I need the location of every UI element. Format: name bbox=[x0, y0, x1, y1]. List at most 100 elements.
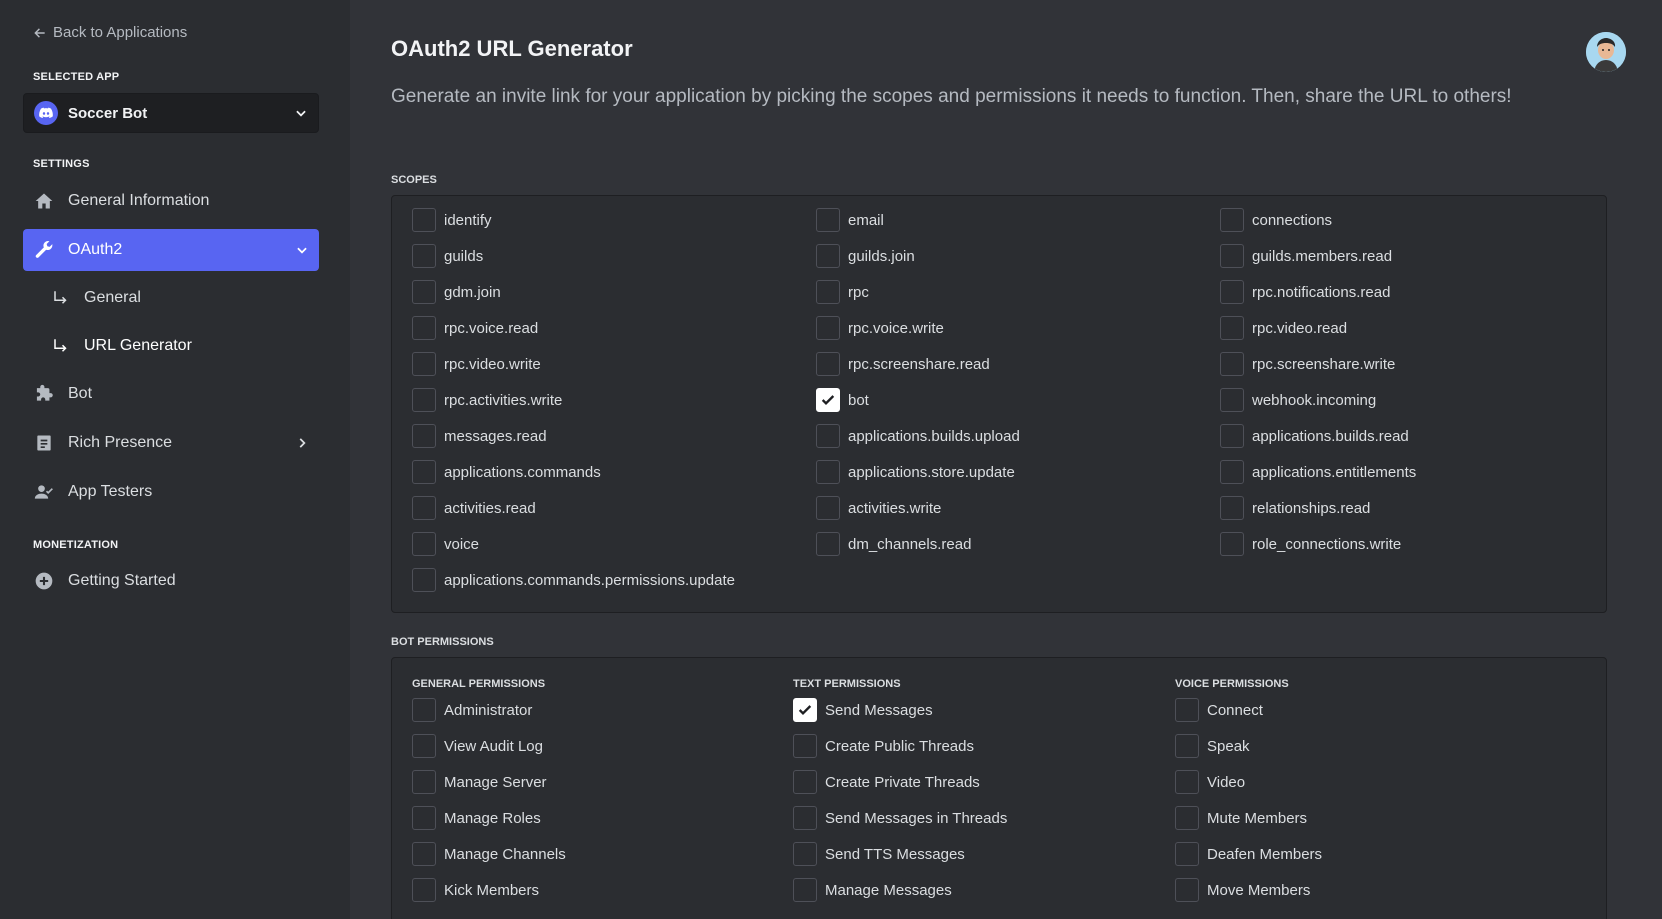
checkbox-row[interactable]: rpc.voice.write bbox=[816, 316, 1220, 340]
checkbox-checked[interactable] bbox=[793, 698, 817, 722]
checkbox[interactable] bbox=[1220, 352, 1244, 376]
app-selector-dropdown[interactable]: Soccer Bot bbox=[23, 93, 319, 133]
checkbox[interactable] bbox=[412, 496, 436, 520]
checkbox-row[interactable]: activities.read bbox=[412, 496, 816, 520]
checkbox[interactable] bbox=[412, 460, 436, 484]
checkbox[interactable] bbox=[793, 806, 817, 830]
checkbox-row[interactable]: applications.builds.upload bbox=[816, 424, 1220, 448]
checkbox[interactable] bbox=[816, 424, 840, 448]
checkbox-row[interactable]: guilds.members.read bbox=[1220, 244, 1624, 268]
checkbox[interactable] bbox=[1220, 244, 1244, 268]
checkbox-row[interactable]: guilds bbox=[412, 244, 816, 268]
checkbox[interactable] bbox=[793, 734, 817, 758]
checkbox-row[interactable]: Manage Channels bbox=[412, 842, 816, 866]
checkbox-row[interactable]: messages.read bbox=[412, 424, 816, 448]
checkbox-row[interactable]: Connect bbox=[1175, 698, 1579, 722]
checkbox[interactable] bbox=[816, 460, 840, 484]
checkbox-row[interactable]: rpc.screenshare.read bbox=[816, 352, 1220, 376]
checkbox-row[interactable]: webhook.incoming bbox=[1220, 388, 1624, 412]
checkbox[interactable] bbox=[1175, 698, 1199, 722]
checkbox-row[interactable]: relationships.read bbox=[1220, 496, 1624, 520]
checkbox[interactable] bbox=[412, 878, 436, 902]
checkbox[interactable] bbox=[1175, 878, 1199, 902]
checkbox-row[interactable]: Manage Messages bbox=[793, 878, 1197, 902]
checkbox-row[interactable]: activities.write bbox=[816, 496, 1220, 520]
checkbox[interactable] bbox=[1220, 208, 1244, 232]
checkbox[interactable] bbox=[1220, 532, 1244, 556]
sidebar-subitem-url-generator[interactable]: URL Generator bbox=[52, 329, 192, 363]
checkbox-row[interactable]: View Audit Log bbox=[412, 734, 816, 758]
checkbox-row[interactable]: Create Public Threads bbox=[793, 734, 1197, 758]
checkbox[interactable] bbox=[412, 208, 436, 232]
sidebar-item-getting-started[interactable]: Getting Started bbox=[23, 560, 319, 602]
checkbox-row[interactable]: applications.store.update bbox=[816, 460, 1220, 484]
checkbox-row[interactable]: email bbox=[816, 208, 1220, 232]
checkbox-row[interactable]: Deafen Members bbox=[1175, 842, 1579, 866]
checkbox-row[interactable]: Manage Roles bbox=[412, 806, 816, 830]
checkbox[interactable] bbox=[1220, 496, 1244, 520]
checkbox[interactable] bbox=[412, 388, 436, 412]
checkbox[interactable] bbox=[1220, 388, 1244, 412]
checkbox[interactable] bbox=[1175, 734, 1199, 758]
checkbox[interactable] bbox=[412, 244, 436, 268]
checkbox-row[interactable]: Send Messages in Threads bbox=[793, 806, 1197, 830]
checkbox-row[interactable]: dm_channels.read bbox=[816, 532, 1220, 556]
checkbox-row[interactable]: Speak bbox=[1175, 734, 1579, 758]
checkbox[interactable] bbox=[816, 352, 840, 376]
sidebar-item-oauth2[interactable]: OAuth2 bbox=[23, 229, 319, 271]
checkbox-row[interactable]: Move Members bbox=[1175, 878, 1579, 902]
user-avatar[interactable] bbox=[1586, 32, 1626, 72]
checkbox-row[interactable]: applications.commands.permissions.update bbox=[412, 568, 816, 592]
checkbox-row[interactable]: Kick Members bbox=[412, 878, 816, 902]
checkbox[interactable] bbox=[412, 842, 436, 866]
checkbox-row[interactable]: Send TTS Messages bbox=[793, 842, 1197, 866]
checkbox[interactable] bbox=[1175, 842, 1199, 866]
checkbox[interactable] bbox=[816, 532, 840, 556]
checkbox[interactable] bbox=[793, 770, 817, 794]
checkbox-row[interactable]: role_connections.write bbox=[1220, 532, 1624, 556]
checkbox[interactable] bbox=[1220, 460, 1244, 484]
checkbox-row[interactable]: applications.entitlements bbox=[1220, 460, 1624, 484]
checkbox-row[interactable]: identify bbox=[412, 208, 816, 232]
checkbox[interactable] bbox=[412, 806, 436, 830]
checkbox[interactable] bbox=[816, 280, 840, 304]
checkbox-row[interactable]: Video bbox=[1175, 770, 1579, 794]
checkbox[interactable] bbox=[412, 280, 436, 304]
checkbox[interactable] bbox=[412, 698, 436, 722]
checkbox[interactable] bbox=[1175, 806, 1199, 830]
checkbox-row[interactable]: rpc.video.read bbox=[1220, 316, 1624, 340]
checkbox-row[interactable]: guilds.join bbox=[816, 244, 1220, 268]
checkbox-row[interactable]: bot bbox=[816, 388, 1220, 412]
checkbox[interactable] bbox=[412, 734, 436, 758]
checkbox[interactable] bbox=[816, 208, 840, 232]
checkbox-row[interactable]: applications.builds.read bbox=[1220, 424, 1624, 448]
checkbox[interactable] bbox=[1175, 770, 1199, 794]
checkbox-row[interactable]: voice bbox=[412, 532, 816, 556]
checkbox[interactable] bbox=[816, 496, 840, 520]
checkbox-row[interactable]: Administrator bbox=[412, 698, 816, 722]
checkbox[interactable] bbox=[412, 424, 436, 448]
checkbox-row[interactable]: rpc.video.write bbox=[412, 352, 816, 376]
sidebar-subitem-general[interactable]: General bbox=[52, 281, 141, 315]
checkbox[interactable] bbox=[412, 352, 436, 376]
checkbox-checked[interactable] bbox=[816, 388, 840, 412]
checkbox-row[interactable]: Manage Server bbox=[412, 770, 816, 794]
checkbox-row[interactable]: rpc bbox=[816, 280, 1220, 304]
checkbox[interactable] bbox=[816, 316, 840, 340]
checkbox[interactable] bbox=[793, 842, 817, 866]
checkbox-row[interactable]: connections bbox=[1220, 208, 1624, 232]
checkbox-row[interactable]: gdm.join bbox=[412, 280, 816, 304]
checkbox-row[interactable]: Create Private Threads bbox=[793, 770, 1197, 794]
checkbox[interactable] bbox=[1220, 316, 1244, 340]
checkbox[interactable] bbox=[793, 878, 817, 902]
checkbox-row[interactable]: Mute Members bbox=[1175, 806, 1579, 830]
back-to-applications-link[interactable]: Back to Applications bbox=[33, 24, 187, 41]
sidebar-item-general-information[interactable]: General Information bbox=[23, 180, 319, 222]
checkbox[interactable] bbox=[1220, 424, 1244, 448]
checkbox[interactable] bbox=[412, 532, 436, 556]
checkbox[interactable] bbox=[412, 316, 436, 340]
checkbox-row[interactable]: rpc.notifications.read bbox=[1220, 280, 1624, 304]
checkbox[interactable] bbox=[816, 244, 840, 268]
checkbox-row[interactable]: rpc.activities.write bbox=[412, 388, 816, 412]
sidebar-item-app-testers[interactable]: App Testers bbox=[23, 471, 319, 513]
